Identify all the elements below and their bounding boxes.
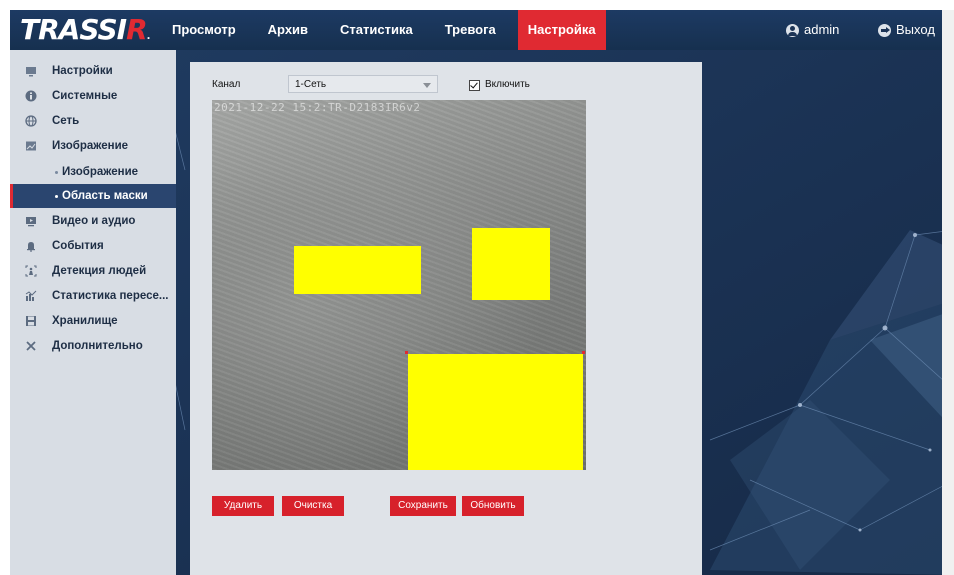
nav-statistics[interactable]: Статистика [330, 10, 423, 50]
user-menu[interactable]: admin [786, 10, 839, 50]
bar-chart-icon [25, 290, 37, 302]
nav-view[interactable]: Просмотр [162, 10, 246, 50]
sidebar-subitem-image[interactable]: Изображение [10, 160, 176, 184]
main-nav: Просмотр Архив Статистика Тревога Настро… [162, 10, 618, 50]
user-name: admin [804, 22, 840, 37]
sidebar-item-label: Сеть [52, 115, 80, 127]
bell-icon [25, 240, 37, 252]
sidebar-item-label: События [52, 240, 104, 252]
bullet-icon [55, 171, 58, 174]
channel-select[interactable]: 1-Сеть [288, 75, 438, 93]
enable-label: Включить [485, 79, 530, 90]
settings-sidebar: Настройки Системные Сеть Изображение Изо… [10, 50, 176, 575]
logout-icon [878, 23, 891, 37]
sidebar-item-network[interactable]: Сеть [10, 109, 176, 133]
channel-select-value: 1-Сеть [295, 79, 327, 90]
sidebar-item-image[interactable]: Изображение [10, 134, 176, 158]
osd-timestamp: 2021-12-22 15:2:TR-D2183IR6v2 [214, 101, 421, 114]
logo-text-accent: R [126, 13, 148, 46]
sidebar-item-label: Изображение [52, 140, 129, 152]
nav-archive[interactable]: Архив [258, 10, 318, 50]
logo-text-main: TRASSI [20, 13, 127, 46]
tools-icon [25, 340, 37, 352]
sidebar-item-advanced[interactable]: Дополнительно [10, 334, 176, 358]
user-icon [786, 23, 799, 37]
resize-handle[interactable] [405, 351, 408, 354]
image-icon [25, 140, 37, 152]
sidebar-item-crossing-statistics[interactable]: Статистика пересе... [10, 284, 176, 308]
nav-settings[interactable]: Настройка [517, 10, 606, 50]
sidebar-item-events[interactable]: События [10, 234, 176, 258]
clear-button[interactable]: Очистка [282, 496, 344, 516]
sidebar-item-label: Статистика пересе... [52, 290, 169, 302]
mask-area-panel: Канал 1-Сеть Включить 2021-12-22 15:2:TR… [190, 62, 702, 575]
sidebar-item-label: Видео и аудио [52, 215, 136, 227]
mask-zone-2[interactable] [472, 228, 550, 300]
sidebar-subitem-mask-area[interactable]: Область маски [10, 184, 176, 208]
app-window: TRASSIR. Просмотр Архив Статистика Трево… [10, 10, 954, 575]
mask-zone-3[interactable] [408, 354, 583, 470]
sidebar-item-label: Настройки [52, 65, 113, 77]
sidebar-item-people-detection[interactable]: Детекция людей [10, 259, 176, 283]
video-preview[interactable]: 2021-12-22 15:2:TR-D2183IR6v2 [212, 100, 586, 470]
sidebar-item-label: Системные [52, 90, 118, 102]
delete-button[interactable]: Удалить [212, 496, 274, 516]
sidebar-item-label: Область маски [62, 190, 148, 202]
floppy-icon [25, 315, 37, 327]
sidebar-item-label: Изображение [62, 166, 139, 178]
sidebar-item-video-audio[interactable]: Видео и аудио [10, 209, 176, 233]
sidebar-item-system[interactable]: Системные [10, 84, 176, 108]
info-icon [25, 90, 37, 102]
sidebar-item-label: Детекция людей [52, 265, 147, 277]
globe-icon [25, 115, 37, 127]
bullet-icon [55, 195, 58, 198]
trassir-logo: TRASSIR. [20, 13, 150, 46]
sidebar-item-storage[interactable]: Хранилище [10, 309, 176, 333]
top-navigation-bar: TRASSIR. Просмотр Архив Статистика Трево… [10, 10, 954, 50]
page-scrollbar[interactable] [942, 10, 954, 575]
mask-zone-1[interactable] [294, 246, 421, 294]
chevron-down-icon [423, 83, 431, 88]
resize-handle[interactable] [582, 351, 585, 354]
video-icon [25, 215, 37, 227]
channel-label: Канал [212, 79, 241, 90]
person-detect-icon [25, 265, 37, 277]
monitor-icon [25, 65, 37, 77]
save-button[interactable]: Сохранить [390, 496, 456, 516]
sidebar-item-label: Хранилище [52, 315, 118, 327]
nav-alarm[interactable]: Тревога [435, 10, 506, 50]
enable-checkbox[interactable] [469, 80, 480, 91]
sidebar-item-label: Дополнительно [52, 340, 143, 352]
active-indicator [10, 184, 13, 208]
logout-label: Выход [896, 22, 935, 37]
sidebar-item-settings[interactable]: Настройки [10, 59, 176, 83]
logout-button[interactable]: Выход [878, 10, 935, 50]
refresh-button[interactable]: Обновить [462, 496, 524, 516]
